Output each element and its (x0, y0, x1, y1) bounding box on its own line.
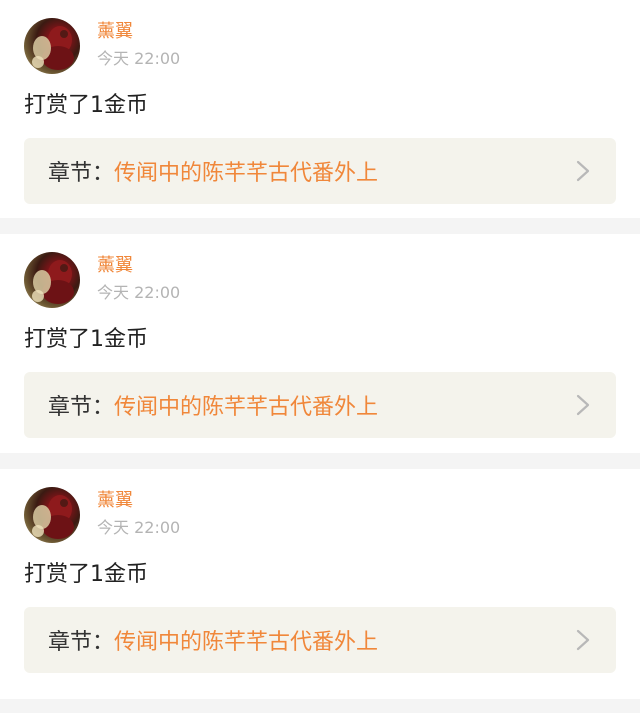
chapter-title: 传闻中的陈芊芊古代番外上 (114, 161, 379, 186)
chapter-label: 章节 (48, 161, 93, 186)
chapter-colon: ： (92, 630, 115, 655)
username[interactable]: 薰翼 (97, 20, 133, 44)
username[interactable]: 薰翼 (97, 254, 133, 278)
chapter-label: 章节 (48, 395, 93, 420)
timestamp: 今天 22:00 (97, 518, 181, 537)
reward-card: 薰翼 今天 22:00 打赏了1金币 章节 ： 传闻中的陈芊芊古代番外上 (0, 0, 640, 218)
chapter-title: 传闻中的陈芊芊古代番外上 (114, 630, 379, 655)
timestamp: 今天 22:00 (97, 283, 181, 302)
chevron-right-icon (576, 629, 590, 651)
chapter-label: 章节 (48, 630, 93, 655)
reward-card: 薰翼 今天 22:00 打赏了1金币 章节 ： 传闻中的陈芊芊古代番外上 (0, 234, 640, 453)
chapter-link[interactable]: 章节 ： 传闻中的陈芊芊古代番外上 (24, 138, 616, 204)
reward-card: 薰翼 今天 22:00 打赏了1金币 章节 ： 传闻中的陈芊芊古代番外上 (0, 469, 640, 699)
username[interactable]: 薰翼 (97, 489, 133, 513)
chapter-link[interactable]: 章节 ： 传闻中的陈芊芊古代番外上 (24, 372, 616, 438)
reward-message: 打赏了1金币 (24, 93, 148, 118)
chevron-right-icon (576, 394, 590, 416)
chapter-link[interactable]: 章节 ： 传闻中的陈芊芊古代番外上 (24, 607, 616, 673)
reward-message: 打赏了1金币 (24, 327, 148, 352)
chapter-title: 传闻中的陈芊芊古代番外上 (114, 395, 379, 420)
avatar[interactable] (24, 487, 80, 543)
chapter-colon: ： (92, 395, 115, 420)
timestamp: 今天 22:00 (97, 49, 181, 68)
chevron-right-icon (576, 160, 590, 182)
avatar[interactable] (24, 18, 80, 74)
avatar[interactable] (24, 252, 80, 308)
chapter-colon: ： (92, 161, 115, 186)
reward-message: 打赏了1金币 (24, 562, 148, 587)
reward-feed: 薰翼 今天 22:00 打赏了1金币 章节 ： 传闻中的陈芊芊古代番外上 薰翼 … (0, 0, 640, 699)
